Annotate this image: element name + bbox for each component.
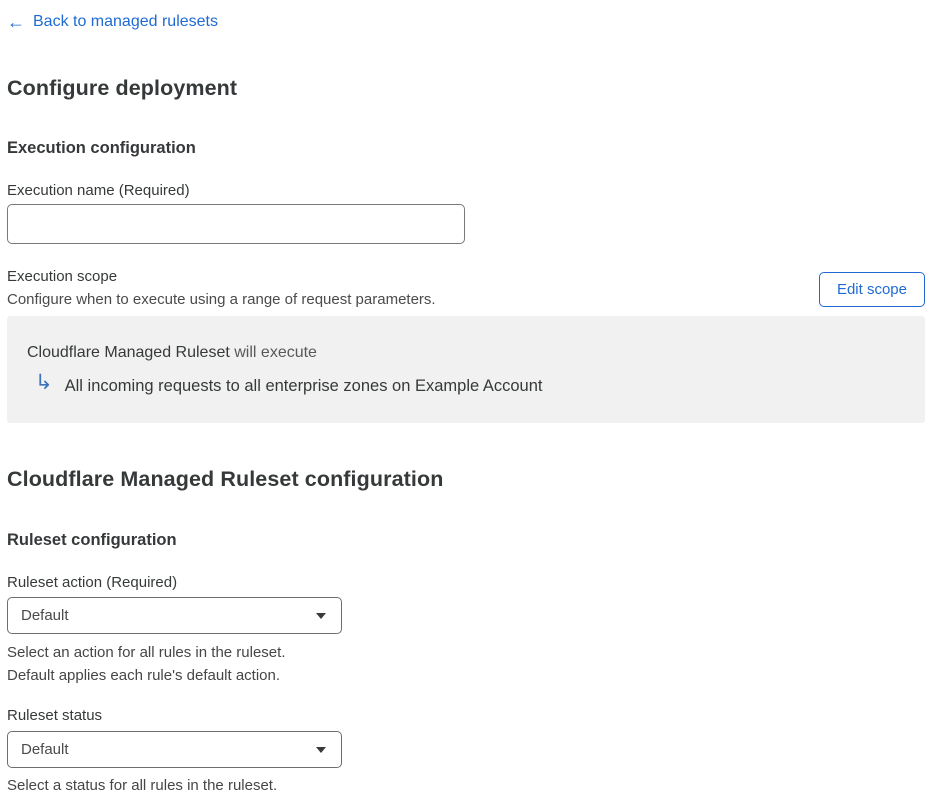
execution-name-label: Execution name (Required) [7,182,190,199]
scope-summary-text: All incoming requests to all enterprise … [64,377,543,395]
back-arrow-icon: ← [7,12,25,32]
will-execute-text: will execute [234,344,317,361]
execution-scope-text: Execution scope Configure when to execut… [7,267,436,309]
ruleset-action-help-line2: Default applies each rule's default acti… [7,667,281,684]
ruleset-status-value: Default [21,741,69,758]
ruleset-status-label: Ruleset status [7,707,103,724]
down-right-arrow-icon: ↳ [35,371,53,394]
execution-name-input[interactable] [7,204,465,244]
ruleset-name-text: Cloudflare Managed Ruleset [27,344,230,361]
execution-configuration-heading: Execution configuration [7,139,196,157]
execution-scope-label: Execution scope [7,268,118,285]
execution-scope-description: Configure when to execute using a range … [7,291,436,308]
execution-scope-summary: ↳ All incoming requests to all enterpris… [27,371,905,397]
page-title: Configure deployment [7,76,238,100]
ruleset-action-label: Ruleset action (Required) [7,574,178,591]
ruleset-action-select[interactable]: Default [7,597,342,634]
edit-scope-button[interactable]: Edit scope [818,272,925,307]
ruleset-configuration-title: Cloudflare Managed Ruleset configuration [7,467,444,491]
back-link-label: Back to managed rulesets [33,13,218,30]
chevron-down-icon [316,746,326,753]
execution-summary-box: Cloudflare Managed Ruleset will execute … [7,316,925,423]
ruleset-action-value: Default [21,607,69,624]
execution-summary-line: Cloudflare Managed Ruleset will execute [27,343,905,362]
execution-scope-row: Execution scope Configure when to execut… [7,267,925,309]
ruleset-status-help: Select a status for all rules in the rul… [7,777,278,793]
ruleset-action-help-line1: Select an action for all rules in the ru… [7,644,286,661]
ruleset-configuration-subheading: Ruleset configuration [7,531,177,549]
configure-deployment-page: ← Back to managed rulesets Configure dep… [0,0,931,793]
ruleset-status-select[interactable]: Default [7,731,342,768]
chevron-down-icon [316,612,326,619]
back-to-managed-rulesets-link[interactable]: ← Back to managed rulesets [7,12,218,32]
